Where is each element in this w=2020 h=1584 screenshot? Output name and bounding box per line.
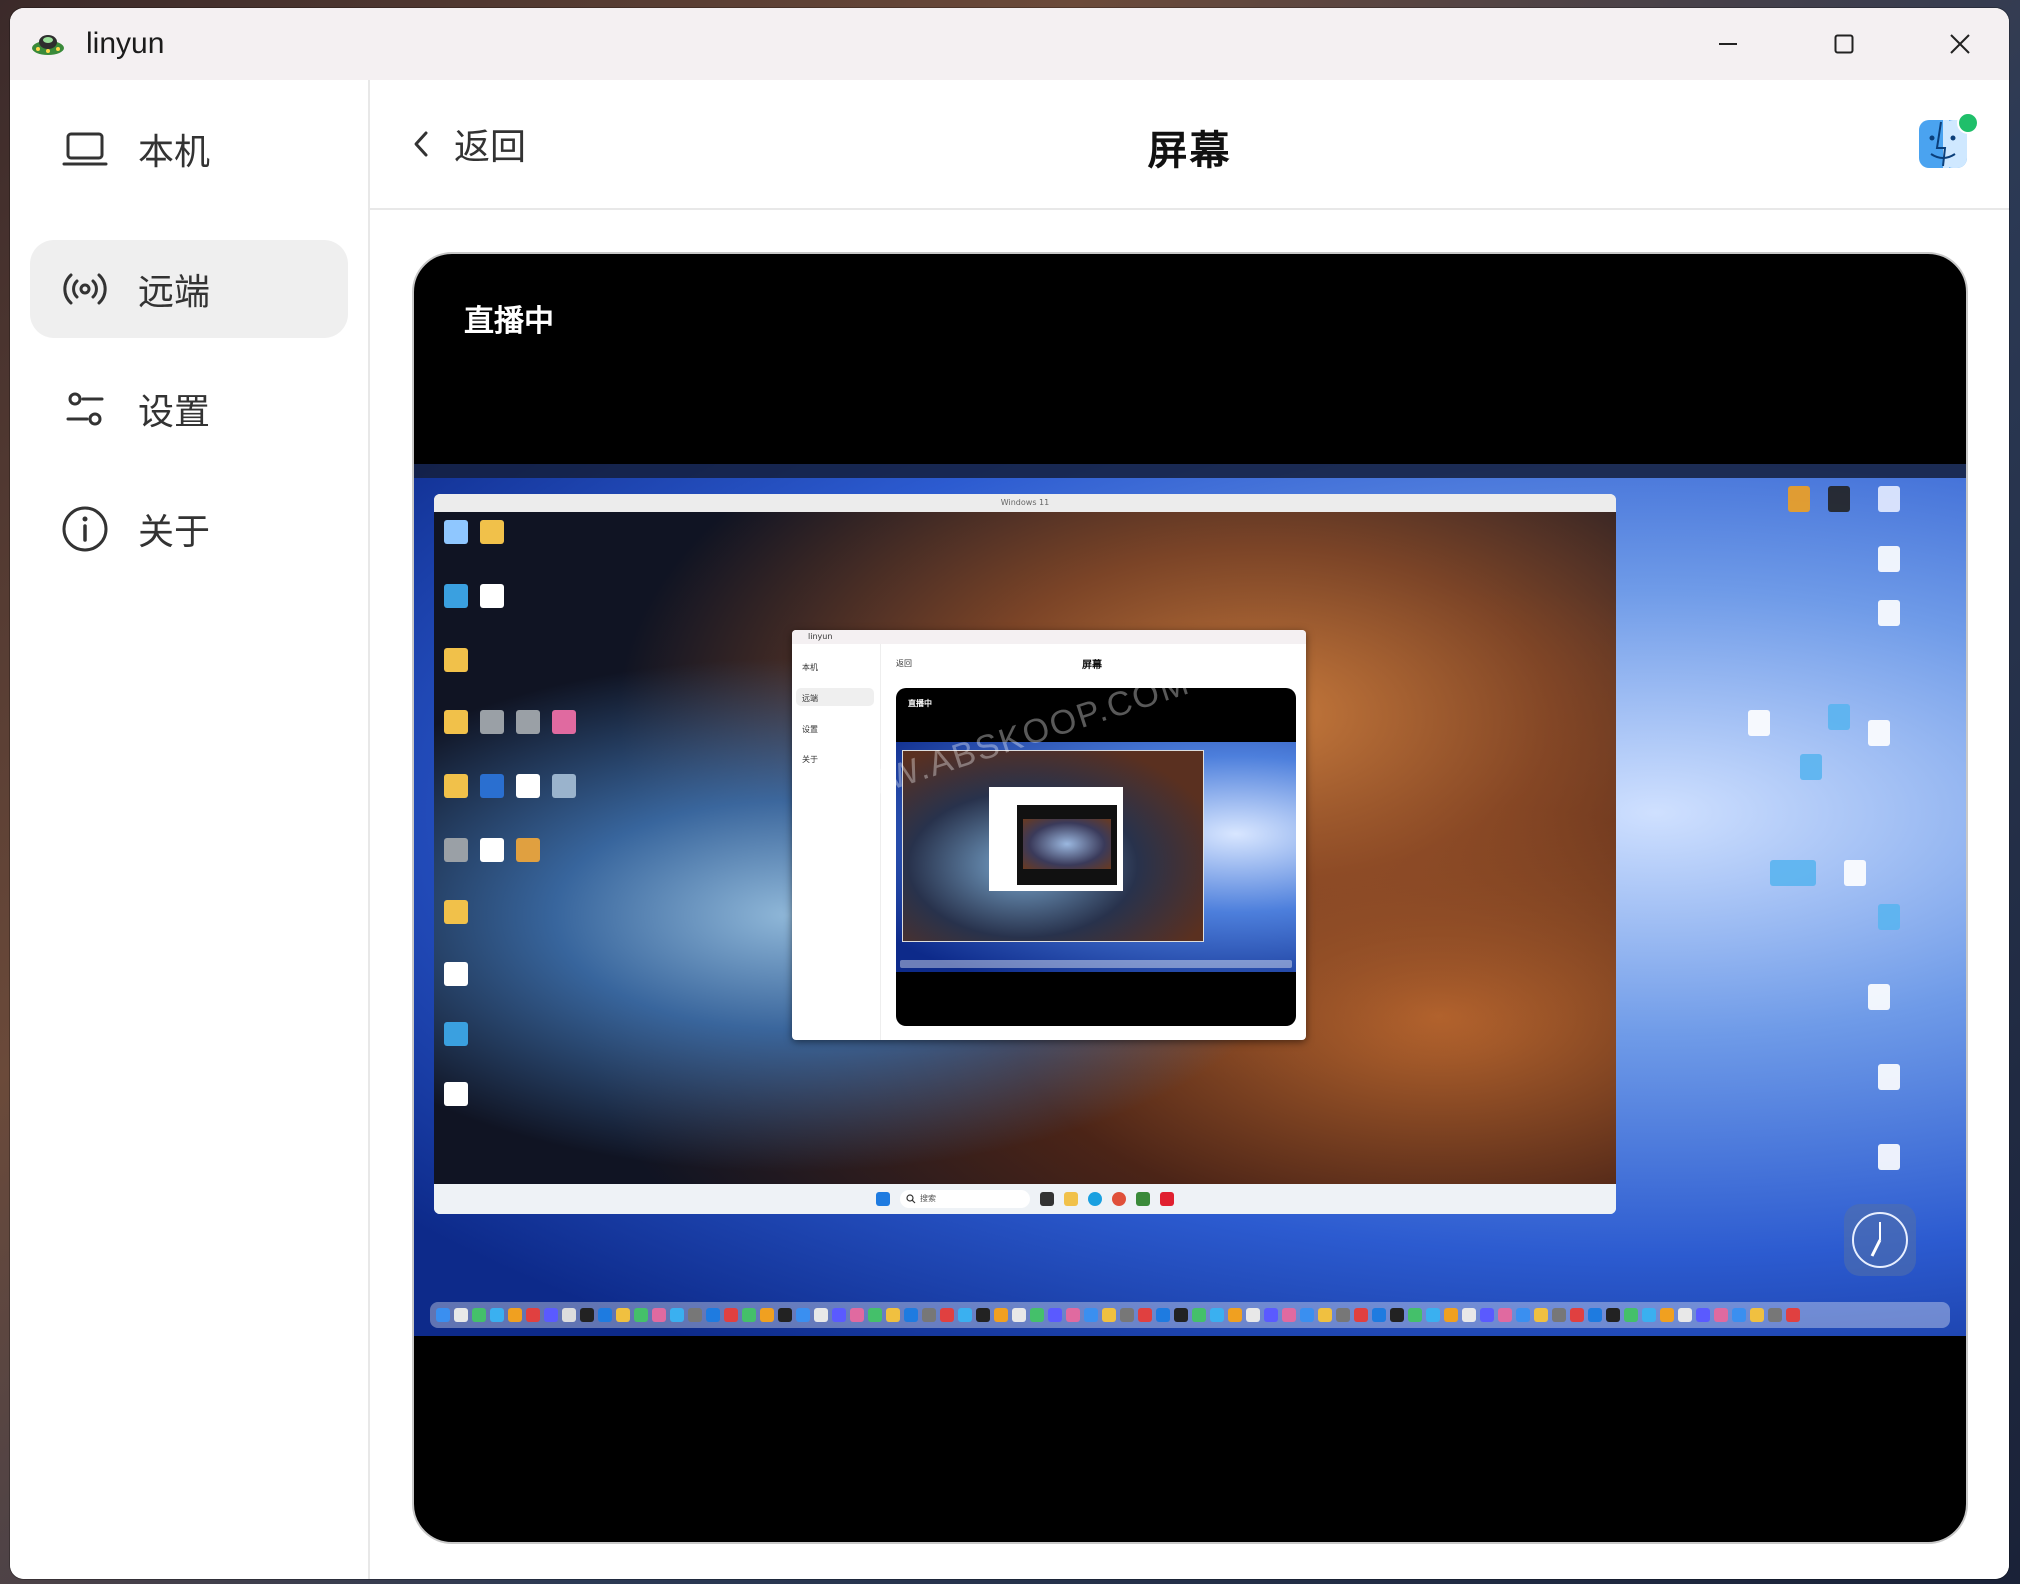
online-status-badge <box>1957 112 1979 134</box>
minimize-icon <box>1719 43 1737 45</box>
remote-taskbar: 搜索 <box>434 1184 1616 1214</box>
file-icon <box>444 962 468 986</box>
remote-desktop-file-icon <box>1868 984 1890 1010</box>
file-icon <box>516 774 540 798</box>
remote-menubar <box>414 464 1966 478</box>
explorer-icon <box>1064 1192 1078 1206</box>
recycle-bin-icon <box>444 520 468 544</box>
sliders-icon <box>60 384 110 434</box>
remote-desktop-file-icon <box>1788 486 1810 512</box>
edge-icon <box>1088 1192 1102 1206</box>
sidebar: 本机 远端 设置 关于 <box>10 80 370 1579</box>
main-content: 返回 屏幕 直播中 Windows 11 linyun 本机 远端 设置 关于 … <box>370 80 2009 1579</box>
screen-stream-view[interactable]: 直播中 Windows 11 linyun 本机 远端 设置 关于 返回 屏幕 … <box>412 252 1968 1544</box>
nested-sidebar-item: 远端 <box>802 694 818 703</box>
remote-vm-window[interactable]: Windows 11 linyun 本机 远端 设置 关于 返回 屏幕 直播中 … <box>434 494 1616 1214</box>
taskbar-app-icon <box>1160 1192 1174 1206</box>
remote-dock <box>430 1302 1950 1328</box>
sidebar-item-about[interactable]: 关于 <box>30 480 348 578</box>
file-icon <box>480 838 504 862</box>
windows-start-icon <box>876 1192 890 1206</box>
remote-desktop-app-icon <box>1828 486 1850 512</box>
sidebar-item-label: 关于 <box>138 512 211 553</box>
folder-icon <box>444 584 468 608</box>
taskbar-app-icon <box>1040 1192 1054 1206</box>
page-header: 返回 屏幕 <box>370 80 2009 210</box>
file-icon <box>480 710 504 734</box>
search-icon <box>906 1194 916 1204</box>
remote-vm-title: Windows 11 <box>434 494 1616 512</box>
taskbar-search-box: 搜索 <box>900 1190 1030 1208</box>
sidebar-item-label: 设置 <box>138 392 211 433</box>
maximize-button[interactable] <box>1786 8 1902 80</box>
close-icon <box>1950 34 1970 54</box>
app-icon <box>552 774 576 798</box>
remote-desktop-file-icon <box>1868 720 1890 746</box>
remote-desktop-folder-icon <box>1800 754 1822 780</box>
nested-inner-window <box>989 787 1123 891</box>
nested-back-label: 返回 <box>896 659 912 668</box>
file-icon <box>480 584 504 608</box>
app-window: linyun 本机 远端 设置 关于 返回 屏幕 直播中 Windows 11 … <box>10 8 2009 1579</box>
remote-desktop-file-icon <box>1844 860 1866 886</box>
file-icon <box>444 838 468 862</box>
sidebar-item-settings[interactable]: 设置 <box>30 360 348 458</box>
remote-desktop-file-icon <box>1878 1144 1900 1170</box>
nested-sidebar-item: 关于 <box>802 755 818 764</box>
folder-icon <box>444 900 468 924</box>
folder-icon <box>444 774 468 798</box>
page-title: 屏幕 <box>1147 128 1232 174</box>
app-icon <box>444 1022 468 1046</box>
linyun-taskbar-icon <box>1136 1192 1150 1206</box>
maximize-icon <box>1834 34 1854 54</box>
laptop-icon <box>60 124 110 174</box>
nested-sidebar-item: 本机 <box>802 663 818 672</box>
remote-desktop-file-icon <box>1878 546 1900 572</box>
window-title: linyun <box>86 27 165 60</box>
info-icon <box>60 504 110 554</box>
sidebar-item-remote[interactable]: 远端 <box>30 240 348 338</box>
nested-live-label: 直播中 <box>908 699 932 708</box>
app-logo-icon <box>32 35 64 55</box>
broadcast-icon <box>60 264 110 314</box>
remote-desktop-file-icon <box>1748 710 1770 736</box>
folder-icon <box>444 710 468 734</box>
sidebar-item-local[interactable]: 本机 <box>30 100 348 198</box>
remote-desktop-folder-icon <box>1828 704 1850 730</box>
chrome-icon <box>1112 1192 1126 1206</box>
remote-desktop-folder-icon <box>1770 860 1816 886</box>
remote-desktop-file-icon <box>1878 1064 1900 1090</box>
nested-page-title: 屏幕 <box>1082 660 1102 671</box>
close-button[interactable] <box>1902 8 2009 80</box>
nested-window-title: linyun <box>792 630 1306 644</box>
remote-desktop-app-icon <box>1878 486 1900 512</box>
folder-icon <box>480 520 504 544</box>
sidebar-item-label: 远端 <box>138 272 211 313</box>
remote-desktop-file-icon <box>1878 600 1900 626</box>
app-icon <box>480 774 504 798</box>
app-icon <box>552 710 576 734</box>
nested-linyun-window: linyun 本机 远端 设置 关于 返回 屏幕 直播中 <box>792 630 1306 1040</box>
minimize-button[interactable] <box>1670 8 1786 80</box>
remote-desktop-folder-icon <box>1878 904 1900 930</box>
remote-screen-image[interactable]: Windows 11 linyun 本机 远端 设置 关于 返回 屏幕 直播中 … <box>414 464 1966 1336</box>
remote-vm-desktop: linyun 本机 远端 设置 关于 返回 屏幕 直播中 WWW.ABSKOOP… <box>434 512 1616 1184</box>
clock-icon <box>1852 1212 1908 1268</box>
nested-sidebar-item: 设置 <box>802 725 818 734</box>
live-status-label: 直播中 <box>464 304 554 339</box>
sidebar-item-label: 本机 <box>138 132 211 173</box>
file-icon <box>444 1082 468 1106</box>
title-bar[interactable]: linyun <box>10 8 2009 80</box>
app-icon <box>516 838 540 862</box>
nested-sidebar: 本机 远端 设置 关于 <box>792 644 881 1040</box>
file-icon <box>516 710 540 734</box>
folder-icon <box>444 648 468 672</box>
taskbar-search-placeholder: 搜索 <box>920 1194 936 1203</box>
remote-clock-widget <box>1844 1204 1916 1276</box>
